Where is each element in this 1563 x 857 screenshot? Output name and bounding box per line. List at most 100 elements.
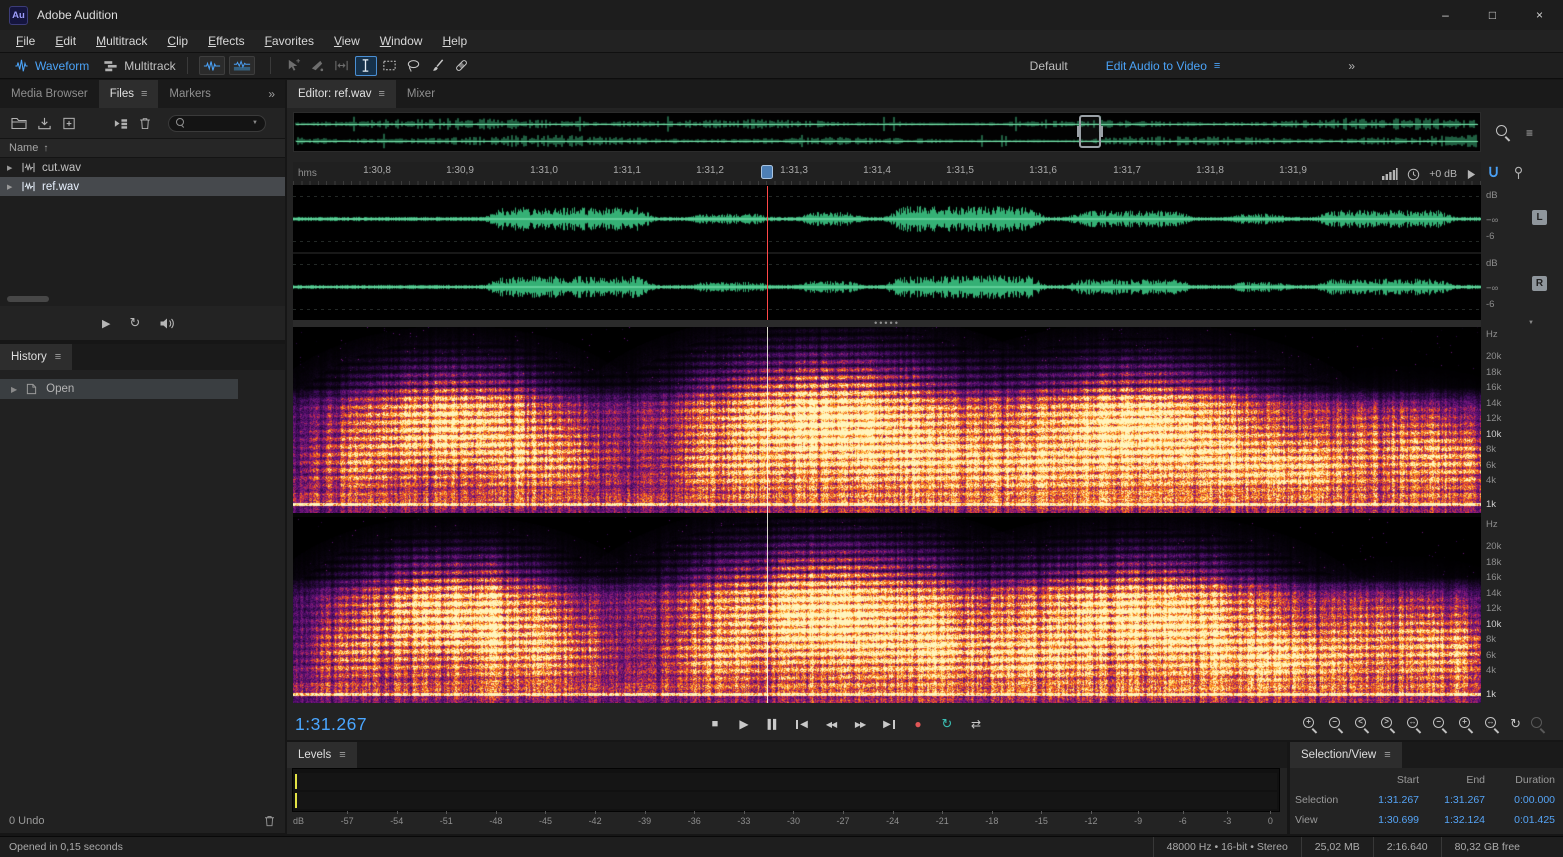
selection-duration-value[interactable]: 0:00.000 xyxy=(1485,794,1555,806)
levels-menu-icon[interactable]: ≡ xyxy=(339,749,345,761)
view-end-value[interactable]: 1:32.124 xyxy=(1419,814,1485,826)
new-file-button[interactable] xyxy=(59,113,79,133)
rewind-button[interactable]: ◀◀ xyxy=(821,714,841,734)
file-list-name-header[interactable]: Name ↑ xyxy=(0,138,285,158)
spectrogram-right-channel[interactable] xyxy=(293,517,1481,703)
menu-multitrack[interactable]: Multitrack xyxy=(86,32,157,51)
right-channel-badge[interactable]: R xyxy=(1532,276,1547,291)
fast-forward-button[interactable]: ▶▶ xyxy=(850,714,870,734)
stop-button[interactable]: ■ xyxy=(705,714,725,734)
workspace-default-button[interactable]: Default xyxy=(1030,59,1068,73)
reset-zoom-button[interactable]: ↻ xyxy=(1510,716,1521,732)
waveform-spectral-splitter[interactable]: ••••• xyxy=(293,320,1481,327)
snapping-magnet-icon[interactable] xyxy=(1487,166,1500,180)
overview-menu-icon[interactable]: ≡ xyxy=(1526,126,1533,140)
slip-tool-button[interactable] xyxy=(331,56,353,76)
tab-mixer[interactable]: Mixer xyxy=(396,80,446,108)
tab-markers[interactable]: Markers xyxy=(158,80,222,108)
history-delete-button[interactable] xyxy=(263,814,276,828)
spot-healing-brush-tool-button[interactable] xyxy=(451,56,473,76)
menu-help[interactable]: Help xyxy=(432,32,477,51)
level-meter[interactable] xyxy=(292,768,1280,812)
show-spectral-toggle[interactable] xyxy=(229,56,255,75)
skip-selection-button[interactable]: ⇄ xyxy=(966,714,986,734)
overview-zoom-icon[interactable] xyxy=(1495,124,1512,141)
expand-chevron-icon[interactable]: ▶ xyxy=(7,183,15,191)
zoom-in-at-in-point-button[interactable]: < xyxy=(1354,716,1371,733)
workspace-active-button[interactable]: Edit Audio to Video ≡ xyxy=(1106,59,1221,73)
play-button[interactable]: ▶ xyxy=(734,714,754,734)
skip-to-end-button[interactable]: ▶ xyxy=(879,714,899,734)
toolbar-overflow-button[interactable]: » xyxy=(1348,59,1355,73)
file-row-ref-wav[interactable]: ▶ ref.wav xyxy=(0,177,285,196)
zoom-in-at-out-point-button[interactable]: > xyxy=(1380,716,1397,733)
timeline-ruler[interactable]: hms 1:30,8 1:30,9 1:31,0 1:31,1 1:31,2 1… xyxy=(293,162,1481,186)
file-search-box[interactable]: ▼ xyxy=(168,115,266,132)
level-meter-icon[interactable] xyxy=(1382,168,1398,180)
file-row-cut-wav[interactable]: ▶ cut.wav xyxy=(0,158,285,177)
pause-button[interactable]: ▌▌ xyxy=(763,714,783,734)
menu-edit[interactable]: Edit xyxy=(45,32,86,51)
selection-start-value[interactable]: 1:31.267 xyxy=(1353,794,1419,806)
auto-play-speaker-icon[interactable] xyxy=(159,317,175,330)
record-button[interactable]: ● xyxy=(908,714,928,734)
scale-scroll-down-icon[interactable]: ▼ xyxy=(1528,320,1534,326)
playhead-time-display[interactable]: 1:31.267 xyxy=(295,714,367,735)
multitrack-view-button[interactable]: Multitrack xyxy=(103,59,175,73)
insert-into-multitrack-button[interactable] xyxy=(110,113,130,133)
preview-play-button[interactable]: ▶ xyxy=(102,317,110,330)
open-file-button[interactable] xyxy=(9,113,29,133)
spectrogram-left-channel[interactable] xyxy=(293,327,1481,513)
playhead-handle[interactable] xyxy=(761,165,773,179)
menu-view[interactable]: View xyxy=(324,32,370,51)
paintbrush-selection-tool-button[interactable] xyxy=(427,56,449,76)
playhead-line[interactable] xyxy=(767,327,768,703)
workspace-menu-icon[interactable]: ≡ xyxy=(1214,60,1220,72)
tab-levels[interactable]: Levels ≡ xyxy=(287,742,357,768)
menu-file[interactable]: File xyxy=(6,32,45,51)
zoom-in-amplitude-button[interactable]: + xyxy=(1458,716,1475,733)
zoom-out-full-button[interactable]: − xyxy=(1432,716,1449,733)
view-region-indicator[interactable] xyxy=(1079,115,1101,148)
expand-chevron-icon[interactable]: ▶ xyxy=(7,164,15,172)
menu-favorites[interactable]: Favorites xyxy=(255,32,324,51)
waveform-view-button[interactable]: Waveform xyxy=(14,59,89,73)
close-button[interactable]: × xyxy=(1516,0,1563,30)
zoom-out-button[interactable]: − xyxy=(1328,716,1345,733)
maximize-button[interactable]: □ xyxy=(1469,0,1516,30)
waveform-right-channel[interactable] xyxy=(293,254,1481,320)
lasso-selection-tool-button[interactable] xyxy=(403,56,425,76)
playhead-pointer-icon[interactable] xyxy=(1466,169,1477,180)
tab-history[interactable]: History ≡ xyxy=(0,344,72,370)
import-file-button[interactable] xyxy=(34,113,54,133)
zoom-out-amplitude-button[interactable]: ↔ xyxy=(1484,716,1501,733)
minimize-button[interactable]: – xyxy=(1422,0,1469,30)
selection-view-menu-icon[interactable]: ≡ xyxy=(1384,749,1390,761)
time-selection-tool-button[interactable] xyxy=(355,56,377,76)
file-list-horizontal-scrollbar[interactable] xyxy=(7,296,49,302)
file-overview-strip[interactable] xyxy=(293,112,1481,152)
editor-menu-icon[interactable]: ≡ xyxy=(379,88,385,100)
tab-media-browser[interactable]: Media Browser xyxy=(0,80,99,108)
tab-selection-view[interactable]: Selection/View ≡ xyxy=(1290,742,1402,768)
tab-editor[interactable]: Editor: ref.wav ≡ xyxy=(287,80,396,108)
view-start-value[interactable]: 1:30.699 xyxy=(1353,814,1419,826)
history-item-open[interactable]: ▶ Open xyxy=(0,379,238,399)
menu-effects[interactable]: Effects xyxy=(198,32,254,51)
loop-playback-button[interactable]: ↻ xyxy=(937,714,957,734)
zoom-to-selection-button[interactable]: ↔ xyxy=(1406,716,1423,733)
spectrogram-display[interactable] xyxy=(293,327,1481,703)
waveform-left-channel[interactable] xyxy=(293,186,1481,252)
delete-file-button[interactable] xyxy=(135,113,155,133)
zoom-in-button[interactable]: + xyxy=(1302,716,1319,733)
files-panel-menu-icon[interactable]: ≡ xyxy=(141,88,147,100)
spectrogram-left-canvas[interactable] xyxy=(293,327,1481,513)
waveform-display[interactable] xyxy=(293,186,1481,320)
tab-files[interactable]: Files ≡ xyxy=(99,80,159,108)
history-menu-icon[interactable]: ≡ xyxy=(55,351,61,363)
gain-value[interactable]: +0 dB xyxy=(1429,168,1457,180)
move-tool-button[interactable] xyxy=(283,56,305,76)
clock-icon[interactable] xyxy=(1407,168,1420,181)
selection-end-value[interactable]: 1:31.267 xyxy=(1419,794,1485,806)
file-search-input[interactable] xyxy=(190,118,248,129)
